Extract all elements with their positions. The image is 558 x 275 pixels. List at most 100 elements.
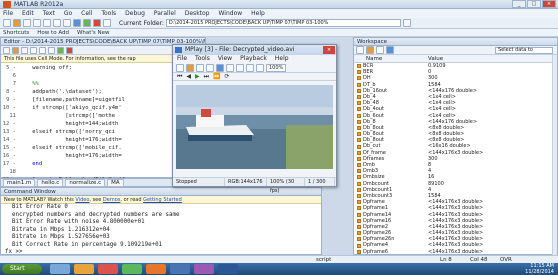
zoom-in-icon[interactable]	[236, 63, 244, 72]
zoom-level[interactable]: 100%	[266, 63, 287, 72]
open-folder-icon[interactable]	[13, 19, 21, 27]
run-icon[interactable]	[57, 46, 64, 54]
system-clock[interactable]: 11:15 AM 11/28/2014	[525, 263, 554, 275]
export-icon[interactable]	[206, 63, 214, 72]
matlab-taskbar-icon[interactable]	[146, 264, 166, 274]
mplay-menu-file[interactable]: File	[177, 55, 187, 63]
variable-icon	[357, 125, 361, 130]
print-icon[interactable]	[196, 63, 204, 72]
code-text: height=176;width=	[19, 153, 122, 159]
how-to-add-link[interactable]: How to Add	[37, 30, 69, 36]
pixel-region-icon[interactable]	[216, 63, 224, 72]
undo-icon[interactable]	[53, 19, 61, 27]
variable-icon	[357, 206, 361, 211]
simulink-icon[interactable]	[73, 19, 81, 27]
play-icon[interactable]: ▶	[195, 73, 200, 80]
whats-new-link[interactable]: What's New	[77, 30, 110, 36]
redo-icon[interactable]	[63, 19, 71, 27]
mplay-menu-view[interactable]: View	[218, 55, 232, 63]
shortcuts-label[interactable]: Shortcuts	[3, 30, 29, 36]
menu-window[interactable]: Window	[219, 10, 243, 17]
tab-main1[interactable]: main1.m	[3, 178, 36, 187]
browse-folder-icon[interactable]	[402, 19, 411, 27]
open-icon[interactable]	[186, 63, 194, 72]
mplay-close-button[interactable]: ×	[323, 46, 335, 54]
menu-parallel[interactable]: Parallel	[154, 10, 176, 17]
cut-icon[interactable]	[30, 46, 37, 54]
select-data-dropdown[interactable]: Select data to	[495, 46, 553, 54]
open-icon[interactable]	[12, 46, 19, 54]
line-number: 12 -	[2, 121, 16, 127]
breakpoint-icon[interactable]	[66, 46, 73, 54]
code-text: %%	[19, 81, 39, 87]
paste-icon[interactable]	[43, 19, 51, 27]
new-icon[interactable]	[3, 46, 10, 54]
step-back-icon[interactable]: ◀	[186, 73, 191, 80]
menu-desktop[interactable]: Desktop	[185, 10, 210, 17]
mplay-menu-tools[interactable]: Tools	[195, 55, 210, 63]
video-link[interactable]: Video	[75, 197, 89, 203]
new-variable-icon[interactable]	[356, 46, 364, 54]
window-taskbar-icon[interactable]	[218, 264, 238, 274]
variable-icon	[357, 237, 361, 242]
info-icon[interactable]	[226, 63, 234, 72]
mplay-menu-help[interactable]: Help	[275, 55, 289, 63]
fit-icon[interactable]	[256, 63, 264, 72]
tab-normalize[interactable]: normalize.c	[65, 178, 106, 187]
explorer-taskbar-icon[interactable]	[74, 264, 94, 274]
loop-icon[interactable]: ⟳	[225, 73, 230, 80]
name-column-header[interactable]: Name	[354, 55, 428, 62]
pan-icon[interactable]	[246, 63, 254, 72]
cut-icon[interactable]	[23, 19, 31, 27]
workspace-row[interactable]: Dpframe6 <144x176x3 double>	[354, 249, 557, 255]
menu-go[interactable]: Go	[64, 10, 72, 17]
ie-taskbar-icon[interactable]	[50, 264, 70, 274]
frame-format: RGB:144x176	[225, 178, 267, 186]
menu-edit[interactable]: Edit	[22, 10, 34, 17]
menu-debug[interactable]: Debug	[125, 10, 145, 17]
maximize-button[interactable]: □	[527, 0, 541, 8]
menu-cell[interactable]: Cell	[81, 10, 92, 17]
minimize-button[interactable]: _	[512, 0, 526, 8]
profiler-icon[interactable]	[93, 19, 101, 27]
menu-help[interactable]: Help	[251, 10, 265, 17]
tab-main[interactable]: MA	[107, 178, 124, 187]
menu-tools[interactable]: Tools	[101, 10, 116, 17]
chrome-taskbar-icon[interactable]	[122, 264, 142, 274]
workspace-title: Workspace	[354, 38, 557, 46]
save-workspace-icon[interactable]	[376, 46, 384, 54]
open-variable-icon[interactable]	[366, 46, 374, 54]
tab-hello[interactable]: hello.c	[37, 178, 64, 187]
close-button[interactable]: ×	[542, 0, 556, 8]
menu-file[interactable]: File	[3, 10, 13, 17]
copy-icon[interactable]	[33, 19, 41, 27]
matlab-help-info: New to MATLAB? Watch this Video, see Dem…	[1, 196, 321, 204]
workspace-scrollbar[interactable]	[552, 55, 557, 255]
command-window[interactable]: Command Window New to MATLAB? Watch this…	[0, 187, 322, 255]
start-button[interactable]: Start	[2, 264, 42, 274]
help-icon[interactable]	[103, 19, 111, 27]
new-file-icon[interactable]	[3, 19, 11, 27]
copy-icon[interactable]	[39, 46, 46, 54]
variable-icon	[357, 76, 361, 81]
current-folder-input[interactable]: D:\2014-2015 PROJECTS\CODE\BACK UP\TIMP …	[165, 19, 401, 27]
mplay-app-icon	[175, 47, 182, 53]
guide-icon[interactable]	[83, 19, 91, 27]
word-taskbar-icon[interactable]	[170, 264, 190, 274]
mplay-menu-playback[interactable]: Playback	[240, 55, 267, 63]
menu-text[interactable]: Text	[43, 10, 55, 17]
jump-start-icon[interactable]: ⏮	[177, 73, 182, 81]
app-taskbar-icon[interactable]	[194, 264, 214, 274]
variable-icon	[357, 82, 361, 87]
jump-end-icon[interactable]: ⏭	[204, 73, 209, 81]
demos-link[interactable]: Demos	[103, 197, 120, 203]
fast-forward-icon[interactable]: ⏩	[213, 73, 220, 80]
new-icon[interactable]	[176, 63, 184, 72]
line-number: 14 -	[2, 137, 16, 143]
save-icon[interactable]	[21, 46, 28, 54]
media-taskbar-icon[interactable]	[98, 264, 118, 274]
getting-started-link[interactable]: Getting Started	[143, 197, 182, 203]
plot-icon[interactable]	[386, 46, 394, 54]
value-column-header[interactable]: Value	[428, 55, 443, 62]
paste-icon[interactable]	[48, 46, 55, 54]
